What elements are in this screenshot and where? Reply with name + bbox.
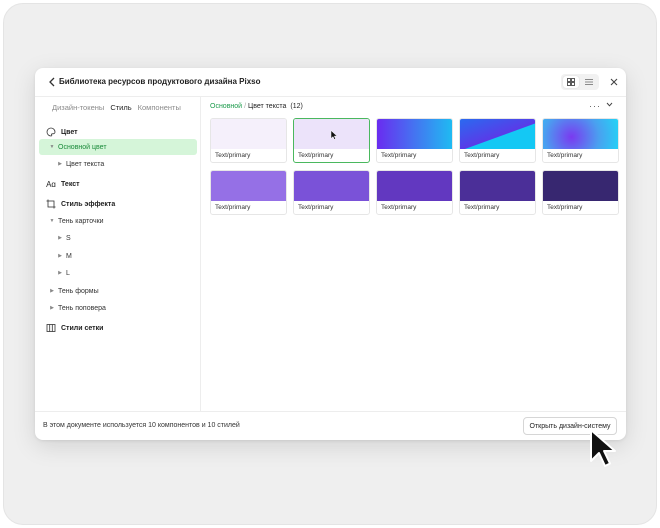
color-swatch [211,171,286,201]
content-area: Основной / Цвет текста (12) ··· Text/primar… [202,97,626,411]
color-palette-icon [45,126,57,138]
tab-design-tokens[interactable]: Дизайн-токены [52,103,104,112]
style-card[interactable]: Text/primary [210,118,287,163]
style-card-label: Text/primary [298,152,334,159]
dialog-title: Библиотека ресурсов продуктового дизайна… [59,77,261,86]
sidebar-item-label: S [66,234,71,242]
close-icon[interactable] [608,75,620,89]
list-icon[interactable] [581,76,597,88]
library-dialog: Библиотека ресурсов продуктового дизайна… [35,68,626,440]
style-card[interactable]: Text/primary [376,170,453,215]
sidebar-item-label: Тень карточки [58,217,104,225]
sidebar-section-grid-styles[interactable]: Стили сетки [39,320,197,336]
sidebar-section-label: Текст [61,180,80,188]
sidebar-item-label: Основной цвет [58,143,107,151]
view-toggle [561,74,599,90]
color-swatch [211,119,286,149]
sidebar-item-text-color[interactable]: ▶ Цвет текста [39,156,197,172]
caret-down-icon: ▼ [49,218,55,224]
sidebar-section-label: Стили сетки [61,324,104,332]
sidebar: Дизайн-токены Стиль Компоненты Цвет ▼ Ос… [35,97,201,411]
sidebar-item-card-shadow[interactable]: ▼ Тень карточки [39,213,197,229]
color-swatch [377,119,452,149]
style-card-label: Text/primary [381,152,417,159]
color-swatch [460,119,535,149]
sidebar-item-primary-color[interactable]: ▼ Основной цвет [39,139,197,155]
tab-style[interactable]: Стиль [110,103,131,112]
sidebar-section-text[interactable]: Aɑ Текст [39,176,197,192]
style-card[interactable]: Text/primary [542,118,619,163]
sidebar-item-label: L [66,269,70,277]
color-swatch [377,171,452,201]
caret-right-icon: ▶ [50,288,54,294]
mouse-pointer-icon [590,429,616,467]
breadcrumb: Основной / Цвет текста (12) [210,103,303,110]
style-card-label: Text/primary [464,152,500,159]
sidebar-item-shadow-m[interactable]: ▶ M [39,248,197,264]
style-card[interactable]: Text/primary [376,118,453,163]
caret-down-icon: ▼ [49,144,55,150]
sidebar-section-effect-style[interactable]: Стиль эффекта [39,196,197,212]
style-card-label: Text/primary [547,204,583,211]
caret-right-icon: ▶ [58,270,62,276]
chevron-left-icon[interactable] [45,75,59,89]
dialog-header: Библиотека ресурсов продуктового дизайна… [35,68,626,97]
caret-right-icon: ▶ [58,253,62,259]
sidebar-item-shadow-s[interactable]: ▶ S [39,230,197,246]
color-swatch [460,171,535,201]
more-icon[interactable]: ··· [589,101,601,111]
style-card-label: Text/primary [547,152,583,159]
breadcrumb-parent[interactable]: Основной [210,103,242,110]
sidebar-item-label: Цвет текста [66,160,105,168]
sidebar-item-label: Тень формы [58,287,99,295]
color-swatch [294,171,369,201]
style-card[interactable]: Text/primary [210,170,287,215]
usage-info: В этом документе используется 10 компоне… [43,422,240,429]
style-card-label: Text/primary [464,204,500,211]
style-card[interactable]: Text/primary [542,170,619,215]
sidebar-tabs: Дизайн-токены Стиль Компоненты [52,103,181,112]
text-icon: Aɑ [46,179,56,189]
sidebar-item-form-shadow[interactable]: ▶ Тень формы [39,283,197,299]
sidebar-section-label: Цвет [61,128,78,136]
dialog-footer: В этом документе используется 10 компоне… [35,411,626,440]
mouse-pointer-icon [330,130,338,140]
style-card[interactable]: Text/primary [459,118,536,163]
sidebar-section-label: Стиль эффекта [61,200,116,208]
sidebar-item-shadow-l[interactable]: ▶ L [39,265,197,281]
sidebar-item-popover-shadow[interactable]: ▶ Тень поповера [39,300,197,316]
tab-components[interactable]: Компоненты [138,103,181,112]
caret-right-icon: ▶ [58,161,62,167]
style-card-label: Text/primary [381,204,417,211]
style-card[interactable]: Text/primary [293,170,370,215]
grid-icon[interactable] [563,76,579,88]
sidebar-section-color[interactable]: Цвет [39,124,197,140]
breadcrumb-current: Цвет текста [248,103,287,110]
sidebar-item-label: M [66,252,72,260]
style-card-label: Text/primary [215,204,251,211]
style-card-label: Text/primary [298,204,334,211]
style-card-label: Text/primary [215,152,251,159]
item-count: (12) [290,103,303,110]
breadcrumb-separator: / [244,103,247,110]
color-swatch [543,171,618,201]
sidebar-item-label: Тень поповера [58,304,106,312]
color-swatch [543,119,618,149]
effect-icon [45,198,57,210]
style-card[interactable]: Text/primary [293,118,370,163]
grid-layout-icon [45,322,57,334]
caret-right-icon: ▶ [50,305,54,311]
caret-right-icon: ▶ [58,235,62,241]
chevron-down-icon[interactable] [606,102,613,109]
style-card[interactable]: Text/primary [459,170,536,215]
